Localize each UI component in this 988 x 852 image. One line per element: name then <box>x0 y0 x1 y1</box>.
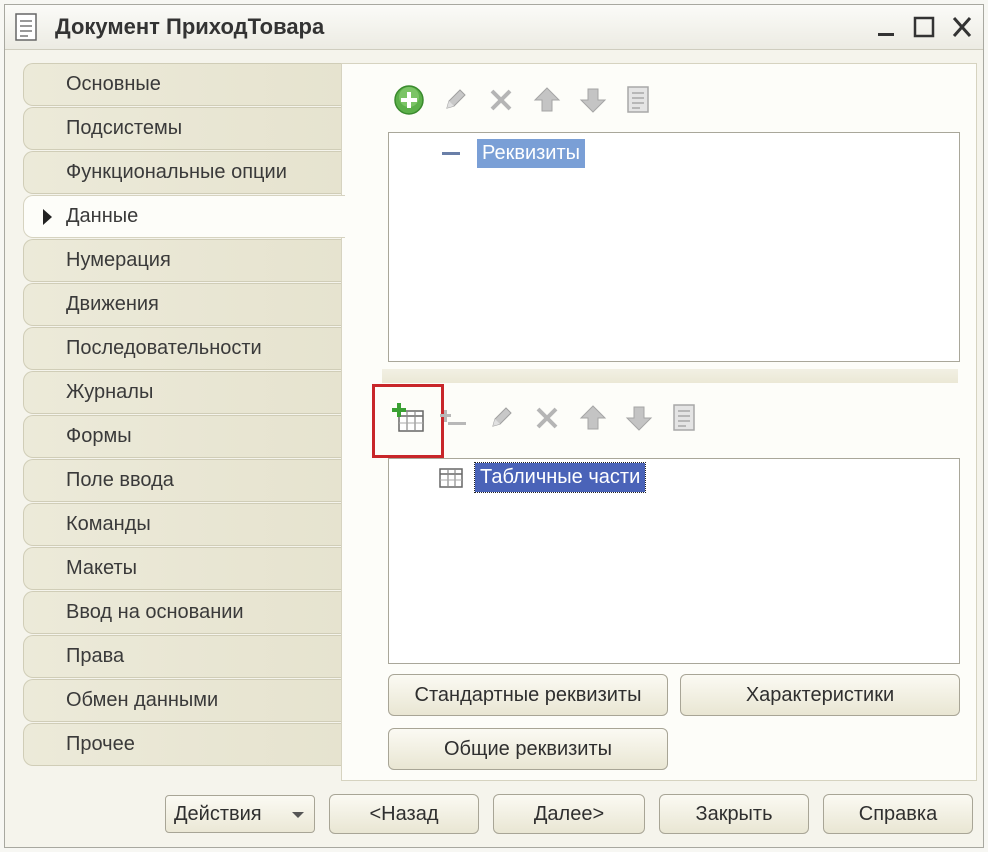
tab-data[interactable]: Данные <box>23 195 345 238</box>
tab-subsystems[interactable]: Подсистемы <box>23 107 343 150</box>
list-tabular-button[interactable] <box>662 398 708 438</box>
close-button[interactable]: Закрыть <box>659 794 809 834</box>
tab-label: Формы <box>66 425 132 447</box>
tab-sequences[interactable]: Последовательности <box>23 327 343 370</box>
tab-list: Основные Подсистемы Функциональные опции… <box>23 63 345 767</box>
list-icon <box>627 86 649 113</box>
attributes-node[interactable]: Реквизиты <box>441 139 586 168</box>
move-up-icon <box>533 87 561 112</box>
attributes-node-label: Реквизиты <box>477 139 586 168</box>
tabular-parts-node[interactable]: Табличные части <box>439 462 647 493</box>
delete-icon <box>490 89 512 111</box>
tab-rights[interactable]: Права <box>23 635 343 678</box>
tab-label: Команды <box>66 513 151 535</box>
tab-other[interactable]: Прочее <box>23 723 343 766</box>
tab-label: Основные <box>66 73 161 95</box>
edit-tabular-button[interactable] <box>478 398 524 438</box>
tab-label: Последовательности <box>66 337 262 359</box>
document-window: Документ ПриходТовара Основные Подсистем… <box>4 4 984 848</box>
tab-commands[interactable]: Команды <box>23 503 343 546</box>
tabular-toolbar <box>386 398 708 438</box>
title-bar: Документ ПриходТовара <box>5 5 983 50</box>
attributes-tree[interactable]: Реквизиты <box>388 132 960 362</box>
chevron-down-icon <box>292 812 304 818</box>
tab-journals[interactable]: Журналы <box>23 371 343 414</box>
actions-label: Действия <box>174 802 262 825</box>
table-icon <box>439 467 463 488</box>
maximize-icon[interactable] <box>909 13 939 41</box>
splitter[interactable] <box>382 369 958 383</box>
next-button[interactable]: Далее> <box>493 794 645 834</box>
delete-button[interactable] <box>478 80 524 120</box>
add-column-button[interactable] <box>432 398 478 438</box>
tab-label: Поле ввода <box>66 469 174 491</box>
move-up-tabular-button[interactable] <box>570 398 616 438</box>
move-down-icon <box>625 406 653 431</box>
tab-data-exchange[interactable]: Обмен данными <box>23 679 343 722</box>
move-down-icon <box>579 88 607 113</box>
window-content: Основные Подсистемы Функциональные опции… <box>5 51 983 847</box>
move-down-button[interactable] <box>570 80 616 120</box>
edit-icon <box>492 407 512 427</box>
tab-label: Ввод на основании <box>66 601 244 623</box>
characteristics-button[interactable]: Характеристики <box>680 674 960 716</box>
tab-label: Журналы <box>66 381 154 403</box>
tab-label: Данные <box>66 205 139 227</box>
tab-templates[interactable]: Макеты <box>23 547 343 590</box>
tab-label: Нумерация <box>66 249 171 271</box>
help-button[interactable]: Справка <box>823 794 973 834</box>
data-tab-panel: Реквизиты Табличные части Стандартные ре… <box>341 63 977 781</box>
tab-label: Макеты <box>66 557 137 579</box>
list-button[interactable] <box>616 80 662 120</box>
common-attributes-button[interactable]: Общие реквизиты <box>388 728 668 770</box>
tabular-parts-tree[interactable]: Табличные части <box>388 458 960 664</box>
move-up-button[interactable] <box>524 80 570 120</box>
tab-label: Подсистемы <box>66 117 183 139</box>
edit-icon <box>446 89 466 109</box>
delete-tabular-button[interactable] <box>524 398 570 438</box>
close-icon[interactable] <box>947 13 977 41</box>
active-tab-arrow-icon <box>43 209 52 225</box>
list-icon <box>673 404 695 431</box>
add-column-icon <box>440 410 466 425</box>
standard-attributes-button[interactable]: Стандартные реквизиты <box>388 674 668 716</box>
tab-input-field[interactable]: Поле ввода <box>23 459 343 502</box>
move-down-tabular-button[interactable] <box>616 398 662 438</box>
tab-input-based-on[interactable]: Ввод на основании <box>23 591 343 634</box>
delete-icon <box>536 407 558 429</box>
back-button[interactable]: <Назад <box>329 794 479 834</box>
tab-numbering[interactable]: Нумерация <box>23 239 343 282</box>
window-title: Документ ПриходТовара <box>55 14 325 39</box>
add-button[interactable] <box>386 80 432 120</box>
add-tabular-part-button[interactable] <box>386 398 432 438</box>
tab-label: Прочее <box>66 733 135 755</box>
add-tabular-part-icon <box>392 403 424 432</box>
tab-label: Права <box>66 645 125 667</box>
edit-button[interactable] <box>432 80 478 120</box>
tab-forms[interactable]: Формы <box>23 415 343 458</box>
tab-main[interactable]: Основные <box>23 63 343 106</box>
attributes-toolbar <box>386 80 662 120</box>
actions-dropdown[interactable]: Действия <box>165 795 315 833</box>
add-icon <box>394 85 424 115</box>
minimize-icon[interactable] <box>871 13 901 41</box>
tab-label: Движения <box>66 293 159 315</box>
tab-movements[interactable]: Движения <box>23 283 343 326</box>
collapse-icon[interactable] <box>441 149 463 159</box>
tab-label: Функциональные опции <box>66 161 287 183</box>
tabular-parts-node-label: Табличные части <box>473 462 647 493</box>
tab-label: Обмен данными <box>66 689 219 711</box>
tab-functional-options[interactable]: Функциональные опции <box>23 151 343 194</box>
document-icon <box>15 13 37 41</box>
move-up-icon <box>579 405 607 430</box>
